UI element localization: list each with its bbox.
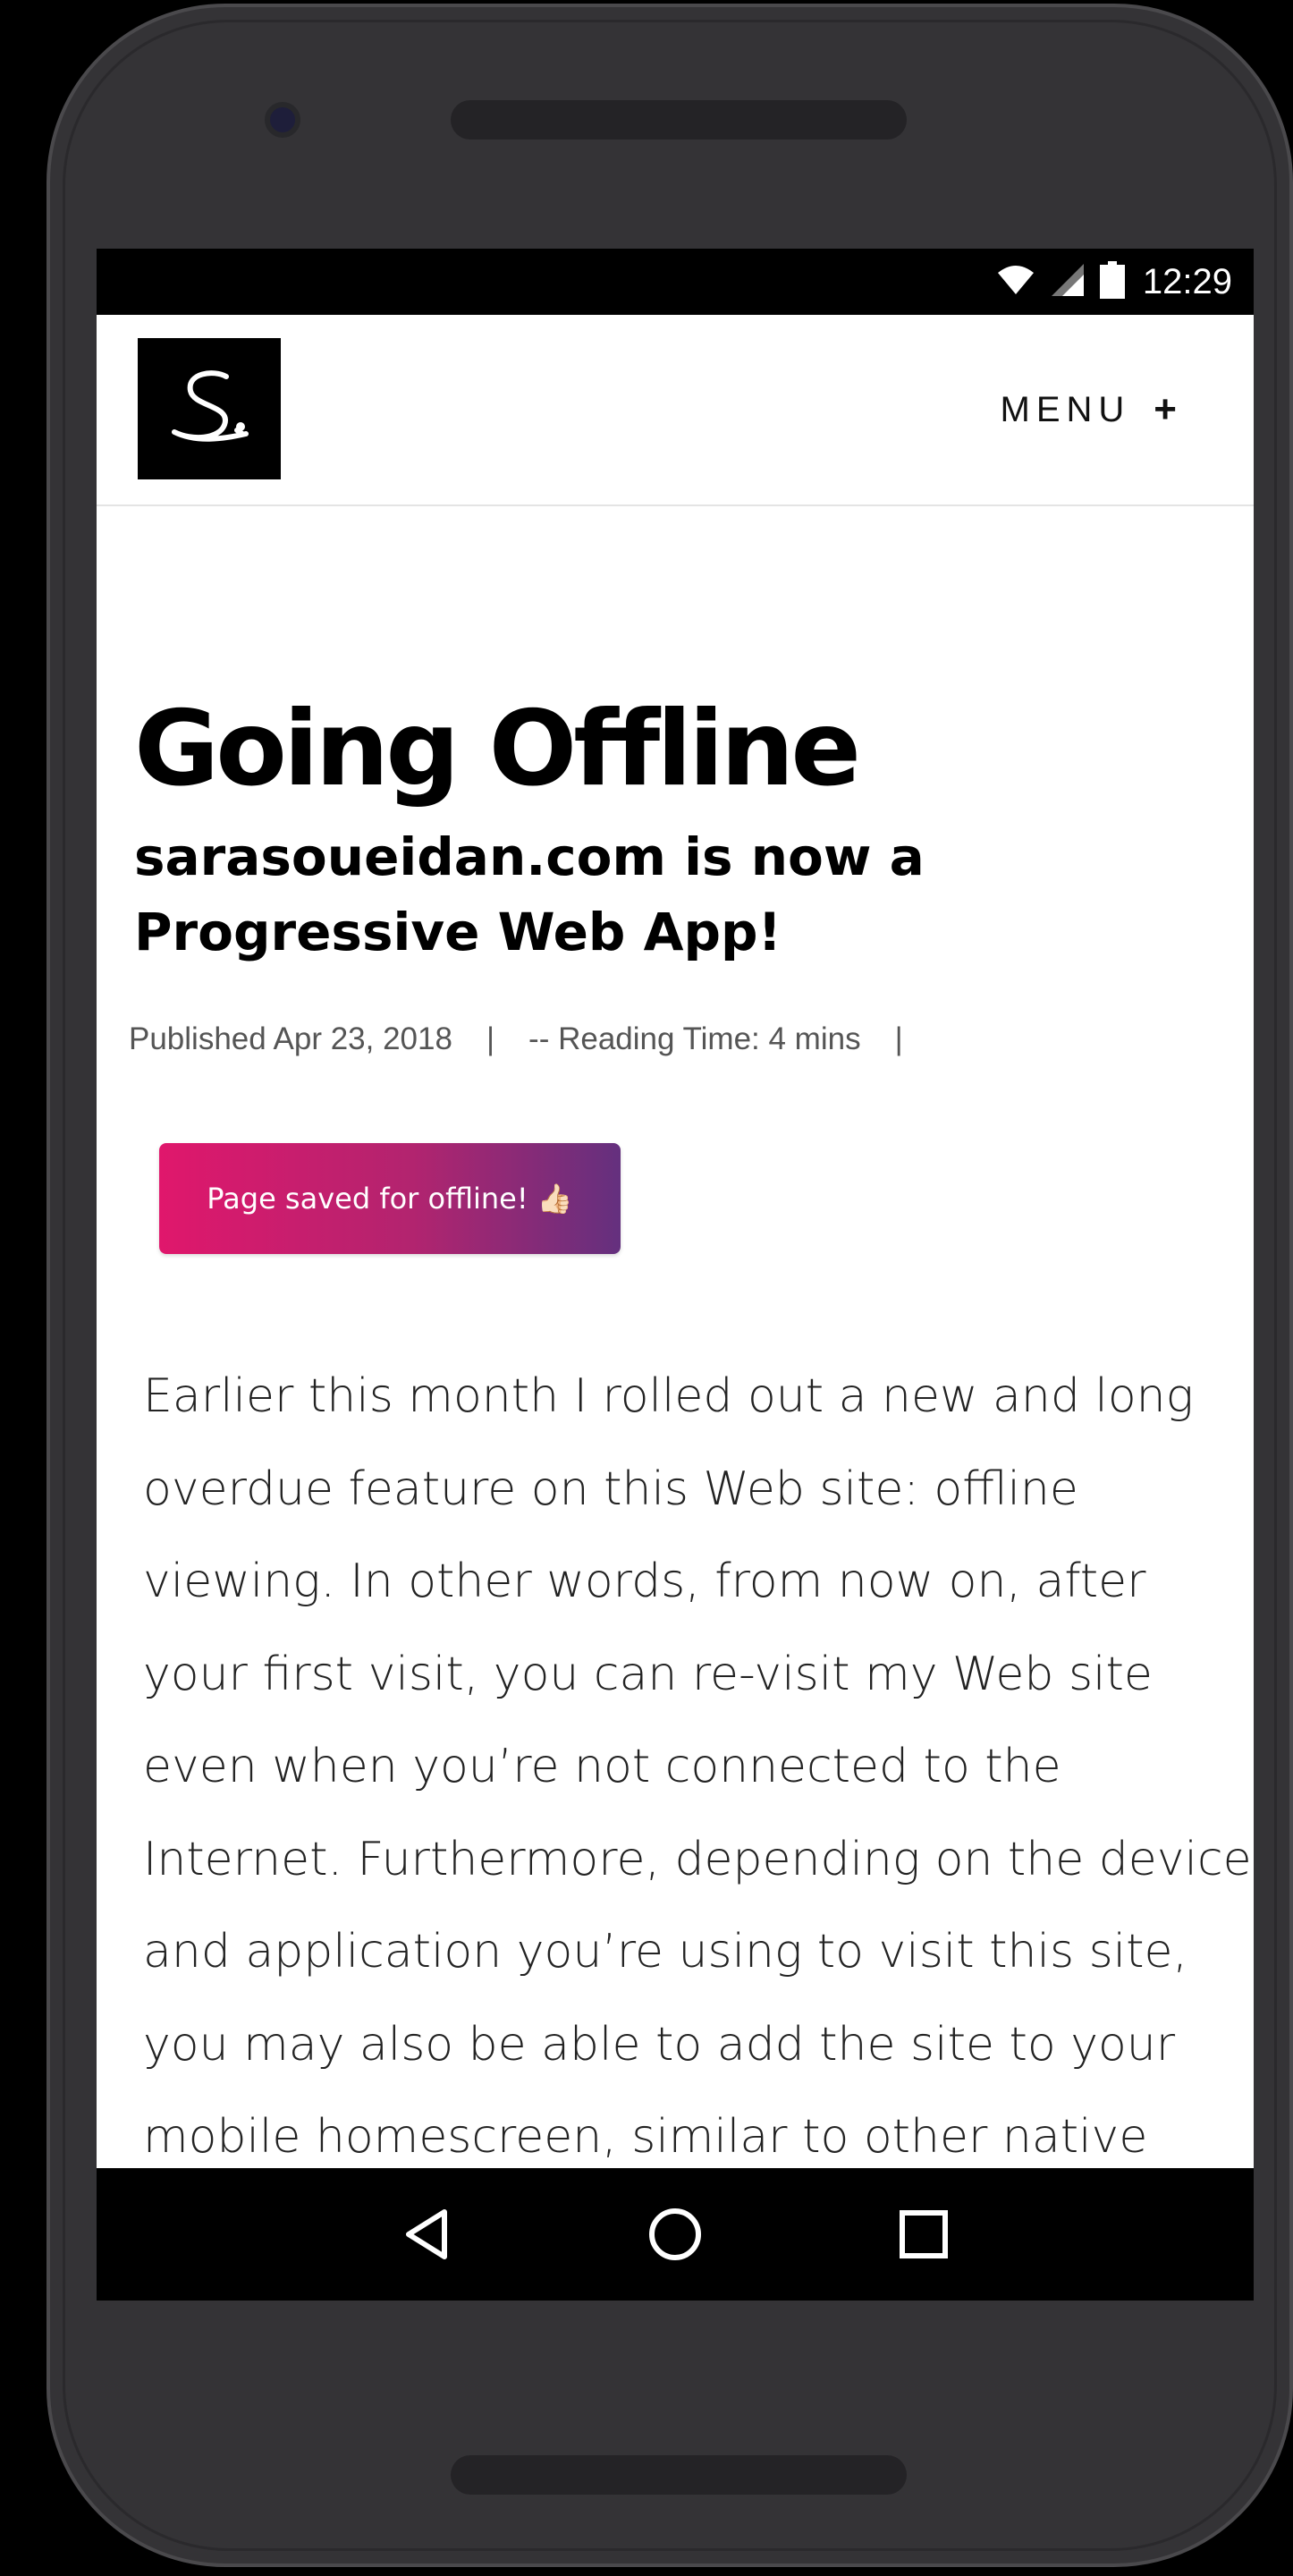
status-icons: 12:29 — [996, 249, 1232, 315]
menu-button[interactable]: MENU + — [1001, 385, 1177, 435]
meta-separator: | — [894, 1021, 903, 1056]
earpiece-speaker — [451, 100, 907, 140]
battery-icon — [1099, 260, 1125, 303]
post-subtitle: sarasoueidan.com is now a Progressive We… — [134, 826, 925, 962]
wifi-icon — [996, 264, 1035, 301]
bottom-speaker — [451, 2455, 907, 2495]
status-bar: 12:29 — [97, 249, 1254, 315]
status-time: 12:29 — [1142, 261, 1232, 301]
post-meta: Published Apr 23, 2018 | -- Reading Time… — [129, 1021, 1234, 1057]
post-header: Going Offline sarasoueidan.com is now a … — [129, 687, 1234, 1057]
front-camera — [265, 102, 300, 138]
plus-icon: + — [1154, 387, 1177, 431]
recents-icon[interactable] — [888, 2199, 959, 2270]
menu-label: MENU — [1000, 389, 1131, 429]
published-date: Published Apr 23, 2018 — [129, 1021, 452, 1056]
signature-s-icon — [172, 370, 249, 442]
navigation-bar — [97, 2168, 1254, 2301]
meta-separator: | — [486, 1021, 495, 1056]
site-header: MENU + — [97, 315, 1254, 506]
offline-saved-badge: Page saved for offline! 👍🏻 — [159, 1143, 621, 1254]
phone-screen: 12:29 MENU + Going Offline sarasoueidan.… — [97, 249, 1254, 2301]
home-icon[interactable] — [639, 2199, 711, 2270]
signal-icon — [1050, 262, 1086, 302]
reading-time: -- Reading Time: 4 mins — [528, 1021, 861, 1056]
post-title: Going Offline — [134, 689, 861, 809]
article-body: Earlier this month I rolled out a new an… — [143, 1369, 1252, 2164]
back-icon[interactable] — [391, 2199, 462, 2270]
site-logo[interactable] — [138, 338, 281, 479]
